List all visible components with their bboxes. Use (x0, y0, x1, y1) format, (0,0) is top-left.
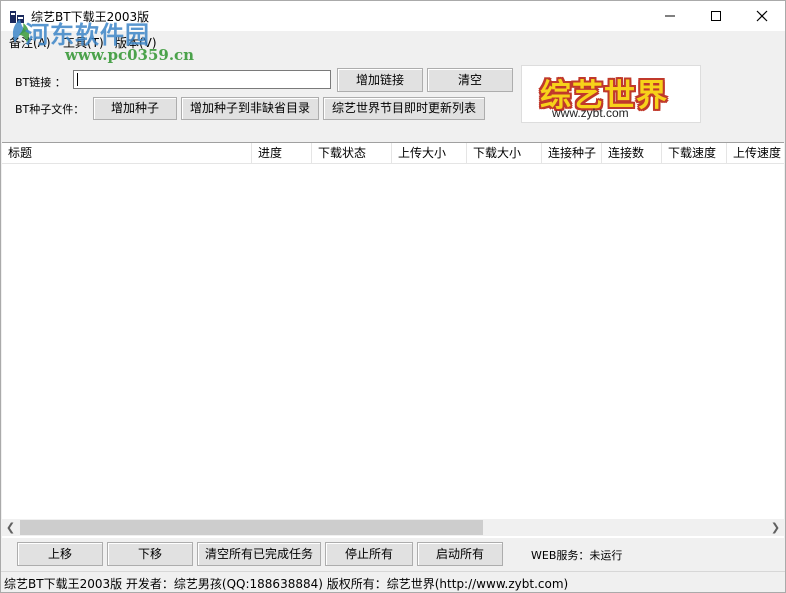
task-list-header: 标题 进度 下载状态 上传大小 下载大小 连接种子 连接数 下载速度 上传速度 (2, 143, 784, 164)
close-icon (756, 10, 768, 22)
column-header-progress[interactable]: 进度 (252, 143, 312, 163)
start-all-button[interactable]: 启动所有 (417, 542, 503, 566)
maximize-icon (711, 11, 721, 21)
move-down-button[interactable]: 下移 (107, 542, 193, 566)
clear-button[interactable]: 清空 (427, 68, 513, 92)
scroll-left-icon[interactable]: ❮ (2, 519, 19, 536)
column-header-connections[interactable]: 连接数 (602, 143, 662, 163)
task-list[interactable]: 标题 进度 下载状态 上传大小 下载大小 连接种子 连接数 下载速度 上传速度 (2, 142, 784, 538)
web-service-status: WEB服务：未运行 (531, 549, 623, 562)
scrollbar-thumb[interactable] (20, 520, 483, 535)
column-header-download-status[interactable]: 下载状态 (312, 143, 392, 163)
update-list-button[interactable]: 综艺世界节目即时更新列表 (323, 97, 485, 120)
move-up-button[interactable]: 上移 (17, 542, 103, 566)
stop-all-button[interactable]: 停止所有 (325, 542, 413, 566)
minimize-button[interactable] (647, 1, 693, 31)
close-button[interactable] (739, 1, 785, 31)
status-bar: 综艺BT下载王2003版 开发者：综艺男孩(QQ:188638884) 版权所有… (1, 571, 785, 592)
maximize-button[interactable] (693, 1, 739, 31)
clear-completed-button[interactable]: 清空所有已完成任务 (197, 542, 321, 566)
brand-logo[interactable]: 综艺世界 www.zybt.com (521, 65, 701, 123)
app-window: 综艺BT下载王2003版 备注(A) 工具(T) 版本(V) 河东软件园 www… (0, 0, 786, 593)
column-header-connected-seeds[interactable]: 连接种子 (542, 143, 602, 163)
column-header-title[interactable]: 标题 (2, 143, 252, 163)
bt-link-input[interactable] (73, 70, 331, 89)
seed-file-label: BT种子文件： (15, 103, 85, 116)
status-text: 综艺BT下载王2003版 开发者：综艺男孩(QQ:188638884) 版权所有… (4, 577, 569, 591)
add-seed-button[interactable]: 增加种子 (93, 97, 177, 120)
watermark-title: 河东软件园 (25, 20, 150, 49)
add-link-button[interactable]: 增加链接 (337, 68, 423, 92)
column-header-upload-speed[interactable]: 上传速度 (727, 143, 784, 163)
column-header-download-speed[interactable]: 下载速度 (662, 143, 727, 163)
horizontal-scrollbar[interactable]: ❮ ❯ (2, 519, 784, 536)
column-header-upload-size[interactable]: 上传大小 (392, 143, 467, 163)
bt-link-label: BT链接 ： (15, 76, 66, 89)
text-caret (77, 73, 78, 86)
add-seed-nondefault-button[interactable]: 增加种子到非缺省目录 (181, 97, 319, 120)
scroll-right-icon[interactable]: ❯ (767, 519, 784, 536)
watermark-url: www.pc0359.cn (65, 46, 195, 64)
minimize-icon (665, 15, 675, 17)
column-header-download-size[interactable]: 下载大小 (467, 143, 542, 163)
brand-logo-url: www.zybt.com (552, 106, 629, 120)
